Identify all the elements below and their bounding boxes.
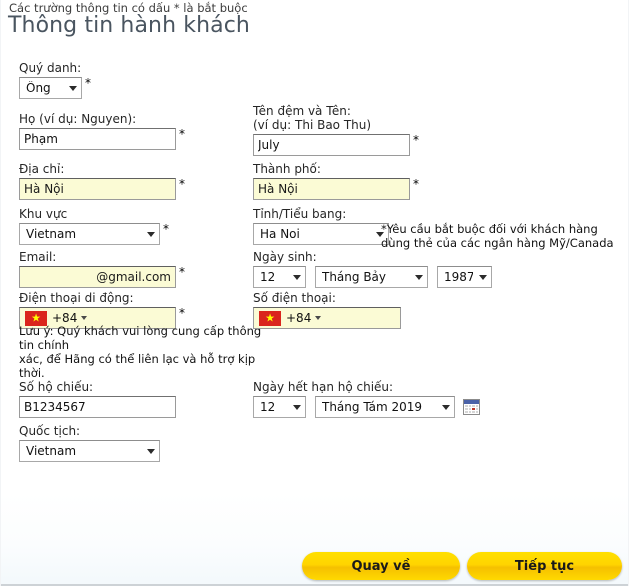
- chevron-down-icon: [147, 448, 155, 454]
- phone-dial-code: +84: [286, 311, 312, 325]
- region-label: Khu vực: [19, 207, 68, 221]
- first-name-label: Tên đệm và Tên: (ví dụ: Thi Bao Thu): [253, 104, 419, 132]
- state-warning-line-2: dùng thẻ của các ngân hàng Mỹ/Canada: [381, 236, 614, 250]
- phone-label: Số điện thoại:: [253, 291, 336, 305]
- field-passport-expiry: Ngày hết hạn hộ chiếu: 12 Tháng Tám 2019: [253, 380, 480, 418]
- address-input[interactable]: [19, 178, 176, 200]
- passenger-info-page: Các trường thông tin có dấu * là bắt buộ…: [0, 0, 629, 586]
- field-passport-number: Số hộ chiếu:: [19, 380, 176, 418]
- dob-label: Ngày sinh:: [253, 250, 317, 264]
- continue-button[interactable]: Tiếp tục: [467, 552, 622, 580]
- field-city: Thành phố: *: [253, 162, 419, 200]
- salutation-select[interactable]: Ông: [19, 77, 82, 99]
- nationality-select[interactable]: Vietnam: [19, 440, 160, 462]
- flag-star: ★: [31, 311, 41, 325]
- passport-number-label: Số hộ chiếu:: [19, 380, 94, 394]
- field-phone: Số điện thoại: ★ +84: [253, 291, 401, 329]
- passport-expiry-day-select[interactable]: 12: [253, 396, 306, 418]
- state-label: Tỉnh/Tiểu bang:: [253, 207, 347, 221]
- dob-year-select[interactable]: 1987: [437, 266, 492, 288]
- email-input[interactable]: [19, 266, 176, 288]
- salutation-label: Quý danh:: [19, 61, 82, 75]
- region-value: Vietnam: [26, 227, 77, 241]
- salutation-required-mark: *: [85, 76, 91, 90]
- first-name-label-example: (ví dụ: Thi Bao Thu): [253, 118, 372, 132]
- salutation-value: Ông: [26, 81, 51, 95]
- chevron-down-icon[interactable]: [315, 316, 322, 320]
- field-salutation: Quý danh: Ông *: [19, 61, 91, 99]
- dob-day-value: 12: [260, 270, 276, 284]
- dob-day-select[interactable]: 12: [253, 266, 306, 288]
- email-required-mark: *: [179, 265, 185, 279]
- first-name-label-main: Tên đệm và Tên:: [253, 104, 351, 118]
- dob-year-value: 1987: [444, 270, 473, 284]
- calendar-header-bar: [464, 400, 479, 404]
- flag-star: ★: [265, 311, 275, 325]
- field-last-name: Họ (ví dụ: Nguyen): *: [19, 112, 185, 150]
- back-button[interactable]: Quay về: [302, 552, 460, 580]
- mobile-note-line-3: xác, để Hãng có thể liên lạc và hỗ trợ k…: [19, 352, 256, 366]
- last-name-required-mark: *: [179, 127, 185, 141]
- passport-expiry-month-select[interactable]: Tháng Tám 2019: [315, 396, 455, 418]
- nationality-value: Vietnam: [26, 444, 77, 458]
- calendar-grid: [465, 405, 478, 413]
- chevron-down-icon: [415, 274, 423, 280]
- field-date-of-birth: Ngày sinh: 12 Tháng Bảy 1987: [253, 250, 492, 288]
- email-label: Email:: [19, 250, 57, 264]
- mobile-note-line-4: thời.: [19, 366, 45, 380]
- field-state: Tỉnh/Tiểu bang: Ha Noi: [253, 207, 389, 245]
- mobile-phone-label: Điện thoại di động:: [19, 291, 134, 305]
- passport-expiry-day-value: 12: [260, 400, 276, 414]
- city-required-mark: *: [413, 177, 419, 191]
- address-required-mark: *: [179, 177, 185, 191]
- mobile-note-line-1: Lưu ý: Quý khách vui lòng cung cấp thông: [19, 324, 262, 338]
- calendar-icon[interactable]: [463, 399, 480, 415]
- mobile-phone-note: Lưu ý: Quý khách vui lòng cung cấp thông…: [19, 324, 261, 380]
- field-email: Email: *: [19, 250, 185, 288]
- chevron-down-icon[interactable]: [81, 316, 88, 320]
- field-address: Địa chỉ: *: [19, 162, 185, 200]
- chevron-down-icon: [479, 274, 487, 280]
- form-action-bar: Quay về Tiếp tục: [1, 552, 628, 582]
- dob-month-select[interactable]: Tháng Bảy: [315, 266, 428, 288]
- first-name-required-mark: *: [413, 133, 419, 147]
- field-nationality: Quốc tịch: Vietnam: [19, 424, 160, 462]
- mobile-note-line-2: tin chính: [19, 338, 70, 352]
- region-select[interactable]: Vietnam: [19, 223, 160, 245]
- nationality-label: Quốc tịch:: [19, 424, 81, 438]
- field-region: Khu vực Vietnam *: [19, 207, 169, 245]
- passport-number-input[interactable]: [19, 396, 176, 418]
- chevron-down-icon: [293, 404, 301, 410]
- chevron-down-icon: [293, 274, 301, 280]
- state-value: Ha Noi: [260, 227, 300, 241]
- state-select[interactable]: Ha Noi: [253, 223, 389, 245]
- passport-expiry-month-value: Tháng Tám 2019: [322, 400, 423, 414]
- state-warning-line-1: *Yêu cầu bắt buộc đối với khách hàng: [381, 222, 598, 236]
- last-name-input[interactable]: [19, 128, 176, 150]
- vietnam-flag-icon[interactable]: ★: [259, 310, 281, 326]
- address-label: Địa chỉ:: [19, 162, 65, 176]
- city-input[interactable]: [253, 178, 410, 200]
- first-name-input[interactable]: [253, 134, 410, 156]
- chevron-down-icon: [69, 85, 77, 91]
- city-label: Thành phố:: [253, 162, 321, 176]
- field-first-name: Tên đệm và Tên: (ví dụ: Thi Bao Thu) *: [253, 104, 419, 156]
- mobile-required-mark: *: [179, 306, 185, 320]
- page-title: Thông tin hành khách: [8, 13, 250, 38]
- state-warning-note: *Yêu cầu bắt buộc đối với khách hàng dùn…: [381, 222, 614, 250]
- phone-input-group[interactable]: ★ +84: [253, 307, 401, 329]
- region-required-mark: *: [163, 222, 169, 236]
- chevron-down-icon: [147, 231, 155, 237]
- last-name-label: Họ (ví dụ: Nguyen):: [19, 112, 137, 126]
- chevron-down-icon: [442, 404, 450, 410]
- passport-expiry-label: Ngày hết hạn hộ chiếu:: [253, 380, 394, 394]
- mobile-dial-code: +84: [52, 311, 78, 325]
- dob-month-value: Tháng Bảy: [322, 270, 387, 284]
